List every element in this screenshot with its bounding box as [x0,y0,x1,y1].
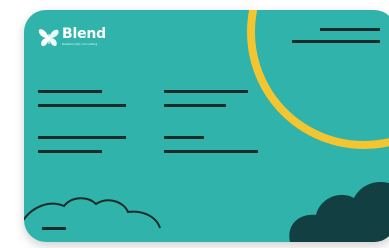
butterfly-logo-icon [38,29,59,47]
top-right-line-2 [292,40,380,43]
mid-line-1 [164,90,248,93]
left-line-2 [38,104,126,107]
brand-tagline: Relationship Consulting [62,42,98,46]
mid-line-3 [164,136,204,139]
left-line-1 [38,90,102,93]
page: Blend Relationship Consulting [0,0,389,248]
left-line-3 [38,136,126,139]
brand-logo: Blend Relationship Consulting [38,26,106,48]
brand-name: Blend [62,26,106,42]
mid-line-2 [164,104,226,107]
card-illustration: Blend Relationship Consulting [24,10,389,242]
logo-text: Blend Relationship Consulting [62,26,106,46]
left-line-4 [38,150,102,153]
top-right-line-1 [320,28,380,31]
cloud-line [42,227,66,230]
mid-line-4 [164,150,258,153]
